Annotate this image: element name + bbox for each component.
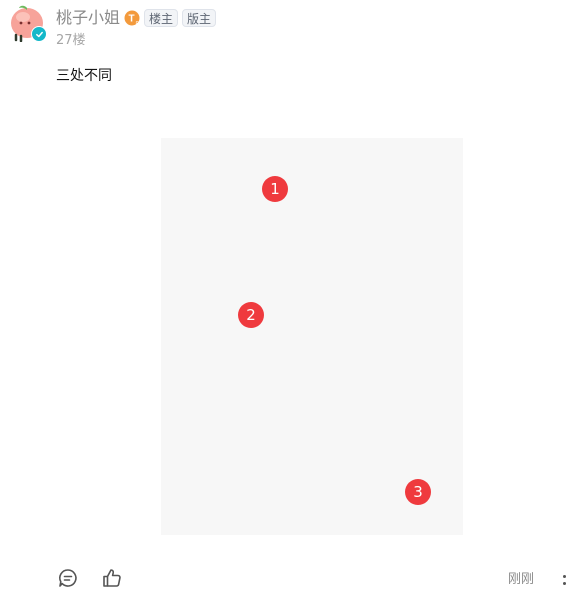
post-text: 三处不同: [56, 68, 112, 84]
level-badge-icon: T 8: [124, 10, 141, 28]
level-badge-letter: T: [128, 14, 134, 25]
difference-marker-2: 2: [238, 302, 264, 328]
moderator-tag: 版主: [182, 9, 217, 27]
more-dot: [562, 582, 566, 585]
comment-icon[interactable]: [57, 567, 79, 589]
more-dot: [562, 575, 566, 578]
verified-check-icon: [31, 26, 47, 42]
post-card: 桃子小姐 T 8 楼主 版主 27楼 三处不同 1 2 3 刚刚: [0, 0, 572, 604]
difference-marker-3: 3: [405, 479, 431, 505]
level-badge-number: 8: [136, 22, 140, 28]
floor-number: 27楼: [56, 33, 86, 48]
more-vertical-icon[interactable]: [556, 570, 572, 590]
difference-marker-1: 1: [262, 176, 288, 202]
thumbs-up-icon[interactable]: [101, 567, 123, 589]
author-name[interactable]: 桃子小姐: [56, 7, 120, 29]
post-timestamp: 刚刚: [508, 572, 535, 587]
post-image[interactable]: 1 2 3: [161, 138, 463, 535]
op-tag: 楼主: [144, 9, 179, 27]
